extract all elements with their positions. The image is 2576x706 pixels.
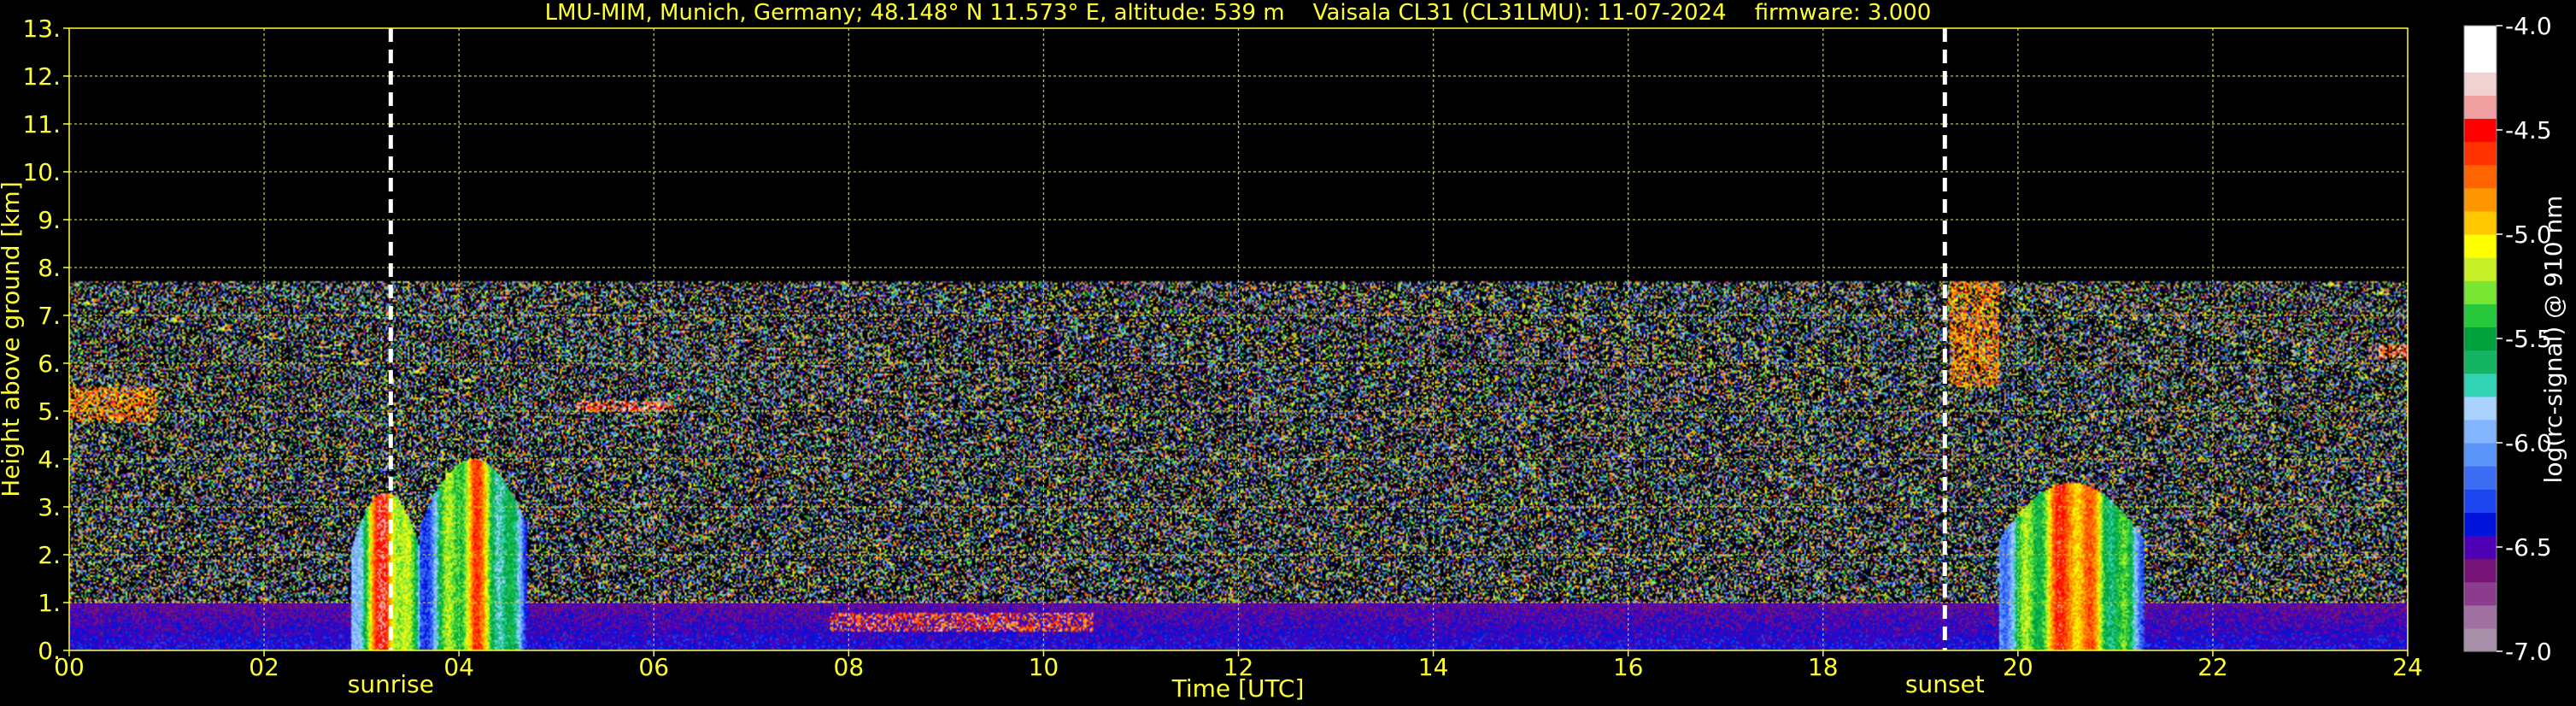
sunset-label: sunset — [1905, 670, 1985, 698]
x-tick-label: 10 — [1029, 653, 1059, 681]
y-tick-label: 8. — [38, 254, 61, 282]
y-tick-label: 7. — [38, 302, 61, 330]
colorbar-tick-label: -7.0 — [2505, 638, 2552, 666]
colorbar-segment — [2464, 327, 2497, 351]
colorbar — [2464, 26, 2497, 652]
x-tick-label: 06 — [638, 653, 669, 681]
x-tick-label: 16 — [1613, 653, 1644, 681]
colorbar-segment — [2464, 26, 2497, 50]
y-tick-label: 13. — [22, 15, 61, 43]
x-tick-label: 14 — [1418, 653, 1449, 681]
colorbar-segment — [2464, 373, 2497, 397]
colorbar-segment — [2464, 49, 2497, 73]
colorbar-segment — [2464, 234, 2497, 258]
colorbar-tick-label: -4.5 — [2505, 116, 2552, 144]
y-tick-label: 9. — [38, 206, 61, 234]
x-tick-label: 20 — [2003, 653, 2033, 681]
sunrise-label: sunrise — [348, 670, 434, 698]
x-tick-label: 04 — [443, 653, 474, 681]
chart-title: LMU-MIM, Munich, Germany; 48.148° N 11.5… — [545, 0, 1932, 26]
y-tick-label: 4. — [38, 445, 61, 474]
colorbar-segment — [2464, 164, 2497, 189]
colorbar-segment — [2464, 443, 2497, 467]
colorbar-segment — [2464, 558, 2497, 583]
y-tick-label: 3. — [38, 493, 61, 521]
ceilometer-chart: sunrise sunset 00 02 04 06 08 10 12 14 16 18 20 22 24… — [0, 0, 2576, 706]
x-tick-label: 02 — [249, 653, 279, 681]
colorbar-tick-label: -4.0 — [2505, 12, 2552, 40]
colorbar-segment — [2464, 535, 2497, 560]
y-axis-label: Height above ground [km] — [0, 181, 25, 497]
colorbar-segment — [2464, 141, 2497, 166]
colorbar-segment — [2464, 210, 2497, 235]
colorbar-segment — [2464, 419, 2497, 444]
y-tick-label: 0. — [38, 637, 61, 665]
colorbar-segment — [2464, 350, 2497, 374]
x-tick-label: 24 — [2392, 653, 2423, 681]
colorbar-segment — [2464, 257, 2497, 281]
colorbar-segment — [2464, 72, 2497, 96]
colorbar-segment — [2464, 466, 2497, 490]
y-tick-label: 2. — [38, 541, 61, 569]
colorbar-tick-label: -6.5 — [2505, 533, 2552, 562]
colorbar-segment — [2464, 627, 2497, 652]
x-tick-label: 18 — [1808, 653, 1839, 681]
colorbar-segment — [2464, 118, 2497, 143]
y-tick-label: 10. — [22, 158, 61, 186]
colorbar-segment — [2464, 396, 2497, 421]
y-tick-label: 1. — [38, 589, 61, 617]
colorbar-segment — [2464, 187, 2497, 212]
colorbar-segment — [2464, 512, 2497, 537]
x-tick-label: 22 — [2198, 653, 2228, 681]
colorbar-segment — [2464, 581, 2497, 606]
x-axis-label: Time [UTC] — [1171, 674, 1305, 703]
y-tick-label: 12. — [22, 62, 61, 91]
x-tick-label: 08 — [834, 653, 865, 681]
colorbar-label: log(rc-signal) @ 910 nm — [2539, 196, 2567, 484]
colorbar-segment — [2464, 604, 2497, 629]
colorbar-segment — [2464, 95, 2497, 120]
colorbar-segment — [2464, 280, 2497, 304]
colorbar-segment — [2464, 489, 2497, 513]
y-tick-label: 5. — [38, 397, 61, 426]
y-tick-label: 11. — [22, 110, 61, 138]
y-tick-label: 6. — [38, 350, 61, 378]
colorbar-segment — [2464, 303, 2497, 328]
